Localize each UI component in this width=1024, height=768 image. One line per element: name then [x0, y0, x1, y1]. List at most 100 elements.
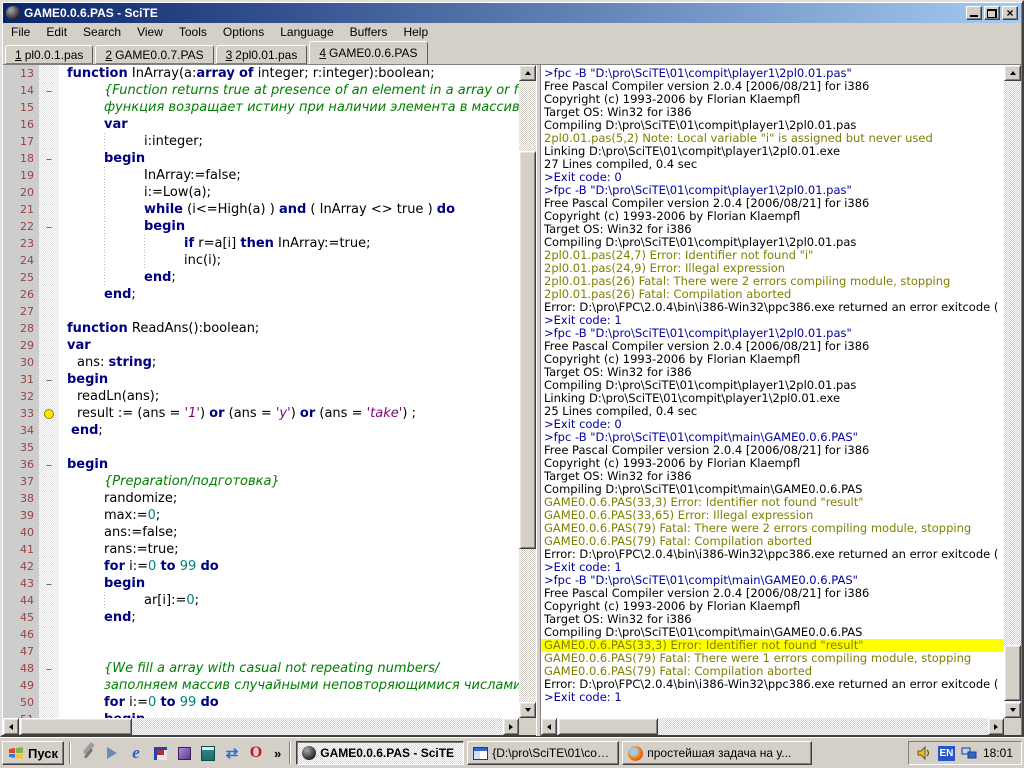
output-line[interactable]: Target OS: Win32 for i386 — [541, 223, 1004, 236]
code-line-18[interactable]: 18–begin — [3, 150, 519, 167]
code-line-17[interactable]: 17i:integer; — [3, 133, 519, 150]
output-line[interactable]: Copyright (c) 1993-2006 by Florian Klaem… — [541, 210, 1004, 223]
output-line[interactable]: Free Pascal Compiler version 2.0.4 [2006… — [541, 197, 1004, 210]
code-line-27[interactable]: 27 — [3, 303, 519, 320]
minimize-button[interactable] — [966, 6, 982, 20]
code-line-46[interactable]: 46 — [3, 626, 519, 643]
scroll-up-button[interactable] — [1004, 65, 1021, 81]
output-line[interactable]: Copyright (c) 1993-2006 by Florian Klaem… — [541, 600, 1004, 613]
output-line[interactable]: >Exit code: 1 — [541, 314, 1004, 327]
output-line[interactable]: >Exit code: 0 — [541, 418, 1004, 431]
code-line-32[interactable]: 32readLn(ans); — [3, 388, 519, 405]
purple-cube-icon[interactable] — [175, 744, 193, 762]
code-line-45[interactable]: 45end; — [3, 609, 519, 626]
output-line[interactable]: Compiling D:\pro\SciTE\01\compit\player1… — [541, 236, 1004, 249]
code-line-33[interactable]: 33result := (ans = '1') or (ans = 'y') o… — [3, 405, 519, 422]
code-line-15[interactable]: 15функция возращает истину при наличии э… — [3, 99, 519, 116]
code-line-29[interactable]: 29var — [3, 337, 519, 354]
taskbar-button-inactive[interactable]: {D:\pro\SciTE\01\compit} ... — [467, 741, 619, 765]
output-line[interactable]: Error: D:\pro\FPC\2.0.4\bin\i386-Win32\p… — [541, 678, 1004, 691]
output-line[interactable]: Compiling D:\pro\SciTE\01\compit\player1… — [541, 119, 1004, 132]
output-line[interactable]: >fpc -B "D:\pro\SciTE\01\compit\player1\… — [541, 184, 1004, 197]
code-line-23[interactable]: 23if r=a[i] then InArray:=true; — [3, 235, 519, 252]
output-line[interactable]: GAME0.0.6.PAS(79) Fatal: Compilation abo… — [541, 535, 1004, 548]
code-line-35[interactable]: 35 — [3, 439, 519, 456]
code-line-44[interactable]: 44ar[i]:=0; — [3, 592, 519, 609]
code-line-48[interactable]: 48–{We fill a array with casual not repe… — [3, 660, 519, 677]
editor-pane[interactable]: 13function InArray(a:array of integer; r… — [3, 65, 519, 718]
fold-collapse-icon[interactable]: – — [46, 222, 52, 232]
output-hscrollbar[interactable] — [541, 718, 1004, 735]
output-line[interactable]: Free Pascal Compiler version 2.0.4 [2006… — [541, 80, 1004, 93]
menu-item-view[interactable]: View — [129, 23, 171, 41]
fold-collapse-icon[interactable]: – — [46, 579, 52, 589]
tab-GAME0.0.7.PAS[interactable]: 2GAME0.0.7.PAS — [95, 45, 213, 64]
code-line-41[interactable]: 41rans:=true; — [3, 541, 519, 558]
output-line[interactable]: GAME0.0.6.PAS(33,3) Error: Identifier no… — [541, 639, 1004, 652]
output-line[interactable]: Free Pascal Compiler version 2.0.4 [2006… — [541, 340, 1004, 353]
scrollbar-thumb[interactable] — [1004, 645, 1021, 701]
code-line-20[interactable]: 20i:=Low(a); — [3, 184, 519, 201]
code-line-19[interactable]: 19InArray:=false; — [3, 167, 519, 184]
folder-sync-icon[interactable]: ⇄ — [223, 744, 241, 762]
output-line[interactable]: Target OS: Win32 for i386 — [541, 470, 1004, 483]
code-line-26[interactable]: 26end; — [3, 286, 519, 303]
code-line-13[interactable]: 13function InArray(a:array of integer; r… — [3, 65, 519, 82]
output-vscrollbar[interactable] — [1004, 65, 1021, 718]
taskbar-button-inactive[interactable]: простейшая задача на у... — [622, 741, 812, 765]
output-line[interactable]: >fpc -B "D:\pro\SciTE\01\compit\player1\… — [541, 67, 1004, 80]
output-line[interactable]: 2pl0.01.pas(26) Fatal: Compilation abort… — [541, 288, 1004, 301]
output-line[interactable]: >Exit code: 1 — [541, 561, 1004, 574]
output-line[interactable]: >fpc -B "D:\pro\SciTE\01\compit\main\GAM… — [541, 574, 1004, 587]
menu-item-tools[interactable]: Tools — [171, 23, 215, 41]
output-line[interactable]: GAME0.0.6.PAS(79) Fatal: There were 1 er… — [541, 652, 1004, 665]
code-line-50[interactable]: 50for i:=0 to 99 do — [3, 694, 519, 711]
scrollbar-thumb[interactable] — [20, 718, 132, 735]
fold-collapse-icon[interactable]: – — [46, 86, 52, 96]
code-line-21[interactable]: 21while (i<=High(a) ) and ( InArray <> t… — [3, 201, 519, 218]
output-line[interactable]: Target OS: Win32 for i386 — [541, 106, 1004, 119]
taskbar-button-active[interactable]: GAME0.0.6.PAS - SciTE — [296, 741, 464, 765]
language-indicator[interactable]: EN — [938, 746, 955, 761]
output-line[interactable]: Free Pascal Compiler version 2.0.4 [2006… — [541, 587, 1004, 600]
output-line[interactable]: 27 Lines compiled, 0.4 sec — [541, 158, 1004, 171]
title-bar[interactable]: GAME0.0.6.PAS - SciTE × — [3, 3, 1021, 23]
code-line-31[interactable]: 31–begin — [3, 371, 519, 388]
scroll-down-button[interactable] — [519, 702, 536, 718]
output-line[interactable]: Linking D:\pro\SciTE\01\compit\player1\2… — [541, 145, 1004, 158]
code-line-37[interactable]: 37{Preparation/подготовка} — [3, 473, 519, 490]
output-line[interactable]: Copyright (c) 1993-2006 by Florian Klaem… — [541, 93, 1004, 106]
output-line[interactable]: >fpc -B "D:\pro\SciTE\01\compit\player1\… — [541, 327, 1004, 340]
editor-hscrollbar[interactable] — [3, 718, 519, 735]
floppy-save-icon[interactable] — [151, 744, 169, 762]
scrollbar-thumb[interactable] — [519, 151, 536, 549]
editor-vscrollbar[interactable] — [519, 65, 536, 718]
code-line-39[interactable]: 39max:=0; — [3, 507, 519, 524]
opera-icon[interactable]: O — [247, 744, 265, 762]
code-line-40[interactable]: 40ans:=false; — [3, 524, 519, 541]
output-line[interactable]: >fpc -B "D:\pro\SciTE\01\compit\main\GAM… — [541, 431, 1004, 444]
output-line[interactable]: Copyright (c) 1993-2006 by Florian Klaem… — [541, 457, 1004, 470]
scroll-up-button[interactable] — [519, 65, 536, 81]
output-line[interactable]: >Exit code: 1 — [541, 691, 1004, 704]
tab-GAME0.0.6.PAS[interactable]: 4GAME0.0.6.PAS — [309, 41, 427, 64]
output-line[interactable]: Free Pascal Compiler version 2.0.4 [2006… — [541, 444, 1004, 457]
tab-2pl0.01.pas[interactable]: 32pl0.01.pas — [216, 45, 308, 64]
calculator-icon[interactable] — [199, 744, 217, 762]
fold-collapse-icon[interactable]: – — [46, 664, 52, 674]
output-line[interactable]: 2pl0.01.pas(26) Fatal: There were 2 erro… — [541, 275, 1004, 288]
output-line[interactable]: GAME0.0.6.PAS(79) Fatal: Compilation abo… — [541, 665, 1004, 678]
code-line-42[interactable]: 42for i:=0 to 99 do — [3, 558, 519, 575]
restore-button[interactable] — [984, 6, 1000, 20]
fold-collapse-icon[interactable]: – — [46, 375, 52, 385]
output-pane[interactable]: >fpc -B "D:\pro\SciTE\01\compit\player1\… — [541, 65, 1004, 718]
media-player-icon[interactable] — [103, 744, 121, 762]
output-line[interactable]: >Exit code: 0 — [541, 171, 1004, 184]
code-line-25[interactable]: 25end; — [3, 269, 519, 286]
code-line-38[interactable]: 38randomize; — [3, 490, 519, 507]
code-line-28[interactable]: 28function ReadAns():boolean; — [3, 320, 519, 337]
output-line[interactable]: 2pl0.01.pas(5,2) Note: Local variable "i… — [541, 132, 1004, 145]
scroll-down-button[interactable] — [1004, 702, 1021, 718]
code-line-36[interactable]: 36–begin — [3, 456, 519, 473]
code-line-30[interactable]: 30ans: string; — [3, 354, 519, 371]
